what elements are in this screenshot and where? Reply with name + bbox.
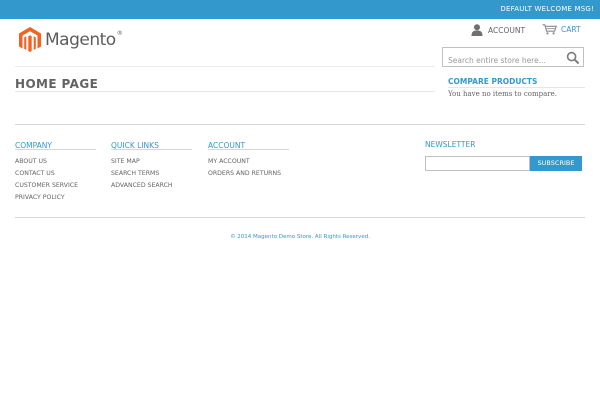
compare-divider (448, 87, 585, 88)
logo[interactable]: Magento® (19, 26, 123, 54)
footer-divider (15, 124, 585, 125)
footer-link-advanced-search[interactable]: ADVANCED SEARCH (111, 180, 192, 192)
cart-label: CART (561, 25, 581, 34)
title-divider (15, 91, 435, 92)
footer-link-contact-us[interactable]: CONTACT US (15, 168, 96, 180)
header-divider (15, 66, 435, 67)
welcome-message: DEFAULT WELCOME MSG! (500, 5, 594, 13)
search-input[interactable] (443, 51, 563, 70)
search-box (442, 47, 584, 70)
person-icon (471, 24, 483, 36)
footer-link-privacy-policy[interactable]: PRIVACY POLICY (15, 192, 96, 204)
footer-column-account: ACCOUNT MY ACCOUNT ORDERS AND RETURNS (208, 141, 289, 180)
account-link[interactable]: ACCOUNT (471, 24, 525, 36)
subscribe-button[interactable]: SUBSCRIBE (530, 156, 582, 171)
footer-link-customer-service[interactable]: CUSTOMER SERVICE (15, 180, 96, 192)
footer-link-site-map[interactable]: SITE MAP (111, 156, 192, 168)
newsletter-block: NEWSLETTER SUBSCRIBE (425, 140, 582, 171)
footer-link-about-us[interactable]: ABOUT US (15, 156, 96, 168)
compare-products-title: COMPARE PRODUCTS (448, 77, 538, 86)
newsletter-heading: NEWSLETTER (425, 140, 476, 149)
copyright-text: © 2014 Magento Demo Store. All Rights Re… (230, 234, 370, 240)
top-bar: DEFAULT WELCOME MSG! (0, 0, 600, 19)
copyright-divider (15, 217, 585, 218)
logo-text: Magento® (45, 30, 123, 50)
footer-column-company: COMPANY ABOUT US CONTACT US CUSTOMER SER… (15, 141, 96, 204)
cart-icon (542, 24, 557, 35)
cart-link[interactable]: CART (542, 24, 581, 35)
footer-column-quick-links: QUICK LINKS SITE MAP SEARCH TERMS ADVANC… (111, 141, 192, 192)
footer-link-orders-and-returns[interactable]: ORDERS AND RETURNS (208, 168, 289, 180)
search-icon[interactable] (566, 50, 580, 69)
page-title: HOME PAGE (15, 77, 99, 91)
compare-empty-text: You have no items to compare. (448, 90, 557, 98)
footer-link-my-account[interactable]: MY ACCOUNT (208, 156, 289, 168)
magento-logo-icon (19, 27, 41, 52)
account-label: ACCOUNT (488, 25, 526, 35)
footer-link-search-terms[interactable]: SEARCH TERMS (111, 168, 192, 180)
newsletter-email-input[interactable] (425, 156, 530, 171)
